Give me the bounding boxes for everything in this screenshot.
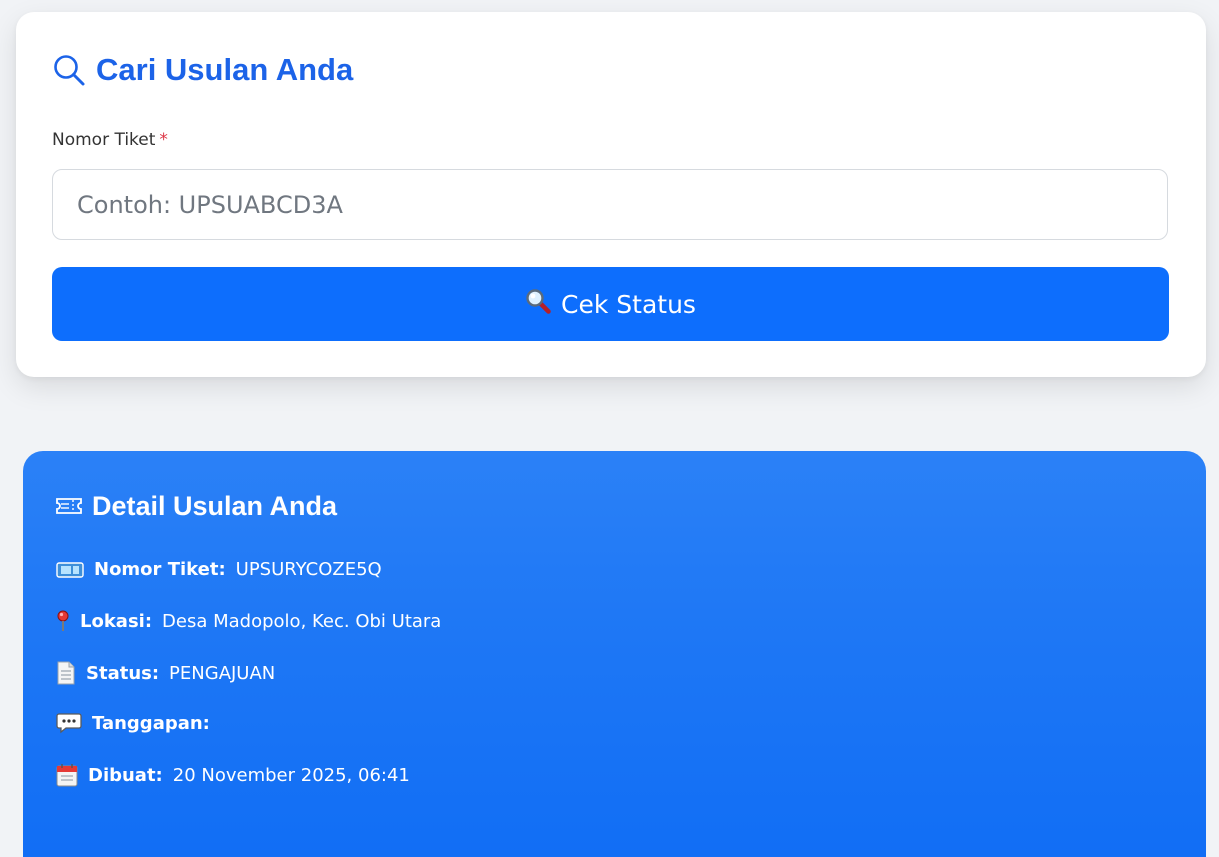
search-card: Cari Usulan Anda Nomor Tiket* Cek Status	[16, 12, 1206, 377]
location-row: Lokasi: Desa Madopolo, Kec. Obi Utara	[56, 610, 441, 632]
detail-title-text: Detail Usulan Anda	[92, 491, 338, 521]
status-value: PENGAJUAN	[169, 662, 276, 684]
ticket-number-label: Nomor Tiket:	[94, 559, 226, 580]
ticket-icon	[56, 491, 82, 522]
ticket-number-label: Nomor Tiket *	[52, 130, 168, 150]
status-label: Status:	[86, 662, 160, 684]
location-label: Lokasi:	[80, 610, 153, 632]
response-label: Tanggapan:	[92, 712, 210, 734]
detail-card: Detail Usulan Anda Nomor Tiket: UPSURYCO…	[23, 451, 1206, 857]
calendar-icon	[56, 763, 78, 787]
pin-icon	[56, 610, 70, 632]
ticket-number-input[interactable]	[52, 169, 1168, 240]
detail-title: Detail Usulan Anda	[56, 491, 337, 522]
speech-bubble-icon	[56, 712, 82, 734]
response-row: Tanggapan:	[56, 712, 220, 734]
ticket-number-row: Nomor Tiket: UPSURYCOZE5Q	[56, 559, 382, 580]
required-asterisk: *	[159, 130, 168, 150]
created-label: Dibuat:	[88, 764, 163, 786]
search-title: Cari Usulan Anda	[52, 52, 353, 88]
search-title-text: Cari Usulan Anda	[96, 52, 354, 87]
search-icon	[52, 53, 86, 87]
created-row: Dibuat: 20 November 2025, 06:41	[56, 763, 410, 787]
magnifier-icon	[525, 288, 551, 320]
document-icon	[56, 661, 76, 685]
ticket-number-value: UPSURYCOZE5Q	[235, 559, 382, 580]
created-value: 20 November 2025, 06:41	[172, 764, 410, 786]
check-status-button[interactable]: Cek Status	[52, 267, 1169, 341]
status-row: Status: PENGAJUAN	[56, 661, 275, 685]
location-value: Desa Madopolo, Kec. Obi Utara	[162, 610, 442, 632]
check-status-label: Cek Status	[561, 289, 696, 319]
ticket-icon	[56, 561, 84, 579]
